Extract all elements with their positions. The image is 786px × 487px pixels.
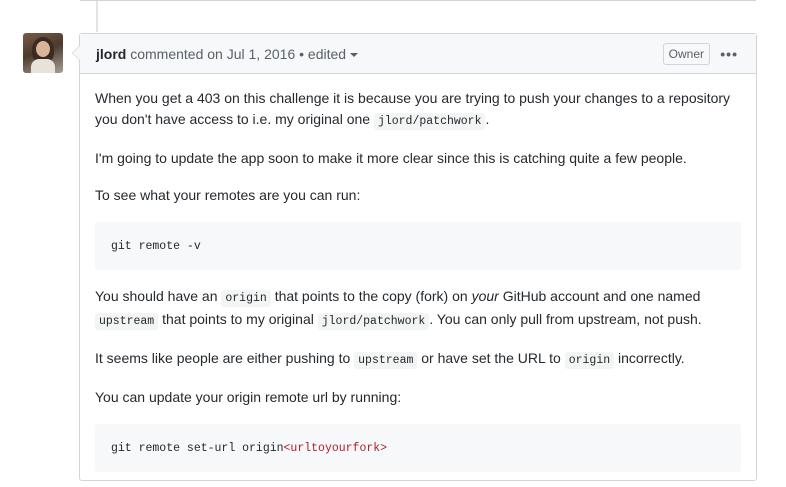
paragraph-5: It seems like people are either pushing … xyxy=(95,350,685,369)
inline-code: origin xyxy=(221,290,271,307)
comment-body: When you get a 403 on this challenge it … xyxy=(80,74,756,487)
paragraph-3: To see what your remotes are you can run… xyxy=(95,187,361,203)
paragraph-6: You can update your origin remote url by… xyxy=(95,389,402,405)
kebab-menu-icon[interactable]: ••• xyxy=(720,34,738,74)
code-block-remote-v: git remote -v xyxy=(95,222,741,270)
edited-dropdown[interactable]: edited xyxy=(307,46,359,62)
paragraph-4: You should have an origin that points to… xyxy=(95,288,702,330)
comment-box: jlord commented on Jul 1, 2016 • edited … xyxy=(72,33,757,481)
separator: • xyxy=(299,46,305,62)
previous-comment-edge xyxy=(80,0,756,1)
code-block-set-url: git remote set-url origin <urltoyourfork… xyxy=(95,424,741,472)
inline-code: origin xyxy=(564,352,615,369)
owner-badge: Owner xyxy=(662,43,710,65)
paragraph-2: I'm going to update the app soon to make… xyxy=(95,150,687,166)
comment-header: jlord commented on Jul 1, 2016 • edited … xyxy=(80,34,756,74)
avatar[interactable] xyxy=(23,33,63,73)
inline-code: jlord/patchwork xyxy=(373,113,486,130)
comment-timestamp[interactable]: commented on Jul 1, 2016 xyxy=(130,46,295,62)
author-link[interactable]: jlord xyxy=(96,46,126,62)
inline-code: upstream xyxy=(95,313,159,330)
edited-label: edited xyxy=(307,46,347,62)
paragraph-1: When you get a 403 on this challenge it … xyxy=(95,90,731,130)
inline-code: jlord/patchwork xyxy=(317,313,430,330)
timeline-line xyxy=(96,0,98,32)
caret-down-icon xyxy=(350,53,359,58)
inline-code: upstream xyxy=(354,352,418,369)
